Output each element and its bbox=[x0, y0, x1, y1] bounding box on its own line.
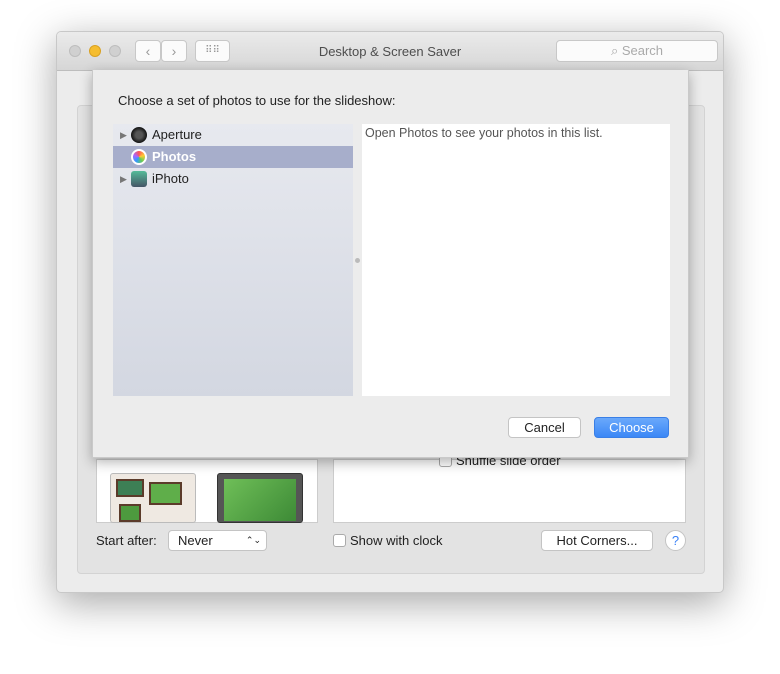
photos-icon bbox=[131, 149, 147, 165]
checkbox-box bbox=[333, 534, 346, 547]
split-view-divider[interactable] bbox=[355, 258, 360, 263]
search-field[interactable]: ⌕ Search bbox=[556, 40, 718, 62]
slideshow-options: Shuffle slide order bbox=[333, 453, 686, 523]
thumbnail-flipup[interactable] bbox=[217, 473, 303, 523]
show-clock-checkbox[interactable]: Show with clock bbox=[333, 533, 442, 548]
help-button[interactable]: ? bbox=[665, 530, 686, 551]
photo-list-pane: Open Photos to see your photos in this l… bbox=[362, 124, 670, 396]
source-label: Aperture bbox=[152, 127, 202, 142]
title-bar: ‹ › ⠿⠿ Desktop & Screen Saver ⌕ Search bbox=[57, 32, 723, 71]
disclosure-triangle-icon[interactable]: ▶ bbox=[120, 124, 127, 146]
aperture-icon bbox=[131, 127, 147, 143]
source-item-photos[interactable]: Photos bbox=[113, 146, 353, 168]
show-clock-label: Show with clock bbox=[350, 533, 443, 548]
start-after-label: Start after: bbox=[96, 533, 157, 548]
disclosure-triangle-icon[interactable]: ▶ bbox=[120, 168, 127, 190]
start-after-value: Never bbox=[178, 533, 213, 548]
sheet-prompt: Choose a set of photos to use for the sl… bbox=[118, 93, 396, 108]
cancel-button[interactable]: Cancel bbox=[508, 417, 581, 438]
hot-corners-button[interactable]: Hot Corners... bbox=[541, 530, 653, 551]
thumbnail-floating[interactable] bbox=[110, 473, 196, 523]
source-item-iphoto[interactable]: ▶ iPhoto bbox=[113, 168, 353, 190]
photo-source-sheet: Choose a set of photos to use for the sl… bbox=[92, 70, 689, 458]
source-list[interactable]: ▶ Aperture Photos ▶ iPhoto bbox=[113, 124, 353, 396]
choose-button[interactable]: Choose bbox=[594, 417, 669, 438]
search-icon: ⌕ bbox=[610, 43, 622, 58]
stepper-icon: ⌃⌄ bbox=[245, 535, 261, 545]
search-placeholder: Search bbox=[621, 43, 664, 58]
iphoto-icon bbox=[131, 171, 147, 187]
source-item-aperture[interactable]: ▶ Aperture bbox=[113, 124, 353, 146]
source-label: iPhoto bbox=[152, 171, 189, 186]
start-after-select[interactable]: Never ⌃⌄ bbox=[168, 530, 267, 551]
source-label: Photos bbox=[152, 149, 197, 164]
screensaver-thumbnails bbox=[96, 459, 318, 523]
empty-message: Open Photos to see your photos in this l… bbox=[365, 126, 603, 140]
